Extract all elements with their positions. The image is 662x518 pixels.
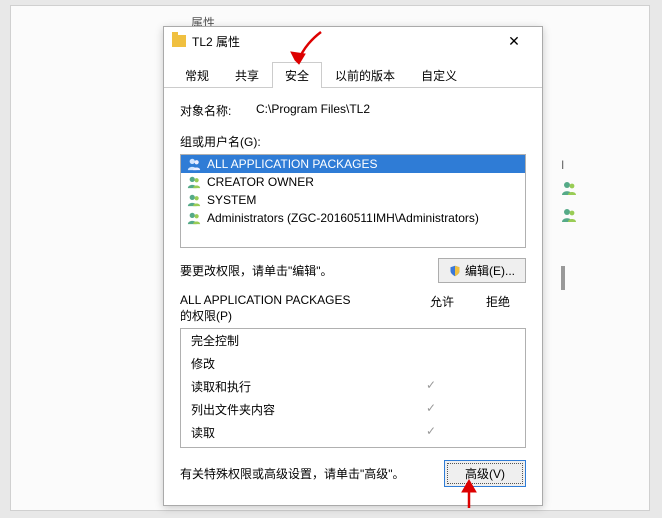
permission-row: 读取和执行 ✓ <box>181 375 525 398</box>
group-users-label: 组或用户名(G): <box>180 133 526 150</box>
permission-allow-check: ✓ <box>403 401 459 418</box>
background-window: 属性 TL2 属性 ✕ 常规 共享 安全 以前的版本 自定义 对象名称: C:\… <box>10 5 650 511</box>
permission-header: ALL APPLICATION PACKAGES 的权限(P) 允许 拒绝 <box>180 293 526 324</box>
permission-row: 读取 ✓ <box>181 421 525 444</box>
list-item-label: ALL APPLICATION PACKAGES <box>207 157 378 171</box>
group-users-listbox[interactable]: ALL APPLICATION PACKAGES CREATOR OWNER S… <box>180 154 526 248</box>
dialog-titlebar: TL2 属性 ✕ <box>164 27 542 55</box>
advanced-button[interactable]: 高级(V) <box>444 460 526 487</box>
tab-previous-versions[interactable]: 以前的版本 <box>322 62 408 88</box>
users-icon <box>561 180 577 196</box>
title-left: TL2 属性 <box>172 33 240 50</box>
list-item[interactable]: CREATOR OWNER <box>181 173 525 191</box>
users-icon <box>187 193 201 207</box>
permission-col-deny: 拒绝 <box>470 293 526 324</box>
list-item[interactable]: Administrators (ZGC-20160511IMH\Administ… <box>181 209 525 227</box>
close-button[interactable]: ✕ <box>494 29 534 53</box>
edit-button-label: 编辑(E)... <box>465 262 515 279</box>
close-icon: ✕ <box>508 33 520 50</box>
tab-security[interactable]: 安全 <box>272 62 322 88</box>
permission-col-allow: 允许 <box>414 293 470 324</box>
dialog-title: TL2 属性 <box>192 33 240 50</box>
permission-name: 读取 <box>191 424 403 441</box>
permission-row: 完全控制 <box>181 329 525 352</box>
permission-row: 写入 <box>181 444 525 448</box>
properties-dialog: TL2 属性 ✕ 常规 共享 安全 以前的版本 自定义 对象名称: C:\Pro… <box>163 26 543 506</box>
permission-name: 完全控制 <box>191 332 403 349</box>
advanced-button-label: 高级(V) <box>465 465 505 482</box>
object-name-value: C:\Program Files\TL2 <box>256 102 370 119</box>
permission-deny-check <box>459 424 515 441</box>
permission-row: 列出文件夹内容 ✓ <box>181 398 525 421</box>
advanced-row: 有关特殊权限或高级设置，请单击"高级"。 高级(V) <box>180 460 526 487</box>
permission-deny-check <box>459 332 515 349</box>
permission-name: 修改 <box>191 355 403 372</box>
users-icon <box>187 157 201 171</box>
list-item-label: SYSTEM <box>207 193 256 207</box>
tab-sharing[interactable]: 共享 <box>222 62 272 88</box>
edit-button[interactable]: 编辑(E)... <box>438 258 526 283</box>
permission-name: 读取和执行 <box>191 378 403 395</box>
background-user-icons: I <box>561 158 577 234</box>
permission-deny-check <box>459 378 515 395</box>
permission-allow-check <box>403 447 459 448</box>
permission-name: 写入 <box>191 447 403 448</box>
users-icon <box>187 211 201 225</box>
edit-row: 要更改权限，请单击"编辑"。 编辑(E)... <box>180 258 526 283</box>
dialog-content: 对象名称: C:\Program Files\TL2 组或用户名(G): ALL… <box>164 88 542 497</box>
permission-allow-check <box>403 355 459 372</box>
tab-strip: 常规 共享 安全 以前的版本 自定义 <box>164 61 542 88</box>
background-divider <box>561 266 565 290</box>
shield-icon <box>449 265 461 277</box>
permission-deny-check <box>459 401 515 418</box>
permission-allow-check <box>403 332 459 349</box>
list-item[interactable]: ALL APPLICATION PACKAGES <box>181 155 525 173</box>
stray-letter: I <box>561 158 577 172</box>
object-name-row: 对象名称: C:\Program Files\TL2 <box>180 102 526 119</box>
folder-icon <box>172 35 186 47</box>
permission-principal-label: ALL APPLICATION PACKAGES 的权限(P) <box>180 293 414 324</box>
permission-deny-check <box>459 355 515 372</box>
edit-hint-text: 要更改权限，请单击"编辑"。 <box>180 262 333 279</box>
tab-custom[interactable]: 自定义 <box>408 62 470 88</box>
permission-allow-check: ✓ <box>403 378 459 395</box>
permission-name: 列出文件夹内容 <box>191 401 403 418</box>
list-item[interactable]: SYSTEM <box>181 191 525 209</box>
users-icon <box>187 175 201 189</box>
advanced-hint-text: 有关特殊权限或高级设置，请单击"高级"。 <box>180 465 405 482</box>
list-item-label: Administrators (ZGC-20160511IMH\Administ… <box>207 211 479 225</box>
users-icon <box>561 207 577 223</box>
object-name-label: 对象名称: <box>180 102 256 119</box>
tab-general[interactable]: 常规 <box>172 62 222 88</box>
permissions-listbox[interactable]: 完全控制 修改 读取和执行 ✓ 列出文件夹内容 ✓ 读取 ✓ 写入 <box>180 328 526 448</box>
list-item-label: CREATOR OWNER <box>207 175 314 189</box>
permission-row: 修改 <box>181 352 525 375</box>
permission-deny-check <box>459 447 515 448</box>
permission-allow-check: ✓ <box>403 424 459 441</box>
